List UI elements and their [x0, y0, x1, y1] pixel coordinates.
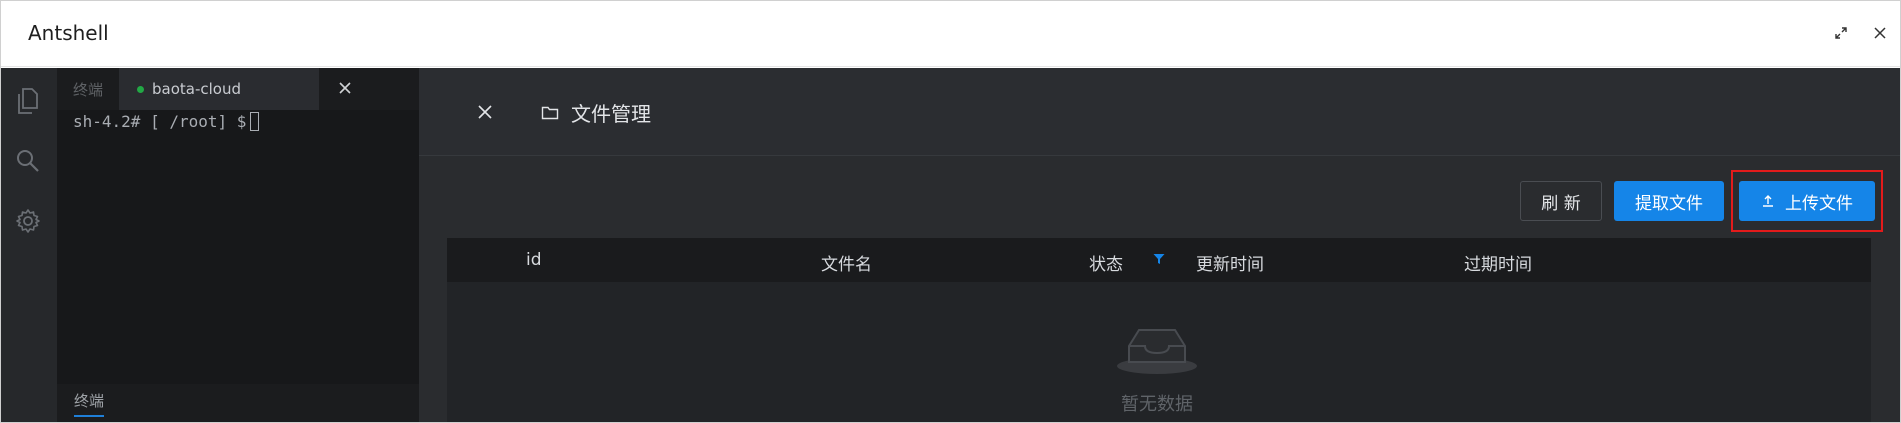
- fetch-file-button[interactable]: 提取文件: [1614, 181, 1724, 221]
- file-manager-header: 文件管理: [419, 68, 1900, 156]
- file-table: id 文件名 状态 更新时间 过期时间 暂无数据: [447, 238, 1871, 422]
- column-expire-time[interactable]: 过期时间: [1464, 250, 1532, 275]
- terminal-panel: 终端 baota-cloud sh-4.2# [ /root] $ 终端: [57, 68, 419, 422]
- close-panel-icon[interactable]: [473, 100, 497, 124]
- terminal-prompt: sh-4.2# [ /root] $: [73, 112, 247, 131]
- folder-icon: [541, 105, 559, 121]
- activity-bar: [1, 68, 57, 422]
- table-header: id 文件名 状态 更新时间 过期时间: [447, 238, 1871, 282]
- column-filename[interactable]: 文件名: [821, 250, 872, 275]
- filter-icon[interactable]: [1153, 253, 1165, 265]
- app-body: 终端 baota-cloud sh-4.2# [ /root] $ 终端 文件管…: [1, 68, 1900, 422]
- column-id[interactable]: id: [526, 250, 542, 270]
- terminal-tabs: 终端 baota-cloud: [57, 68, 419, 110]
- tab-label: 终端: [72, 80, 103, 99]
- tab-baota-cloud[interactable]: baota-cloud: [119, 68, 351, 110]
- terminal-bottom-bar: 终端: [57, 384, 419, 422]
- search-icon[interactable]: [13, 146, 43, 176]
- app-window: Antshell 终端 baota-cloud sh-4.2# [/root]…: [0, 0, 1901, 423]
- terminal-cursor: [250, 112, 260, 131]
- upload-label: 上传文件: [1785, 193, 1853, 214]
- file-manager-title: 文件管理: [541, 98, 651, 127]
- tab-close-icon[interactable]: [333, 76, 357, 100]
- title-bar: Antshell: [1, 1, 1900, 67]
- tab-label: baota-cloud: [152, 80, 241, 98]
- bottom-tab-terminal[interactable]: 终端: [74, 390, 105, 417]
- empty-text: 暂无数据: [1121, 394, 1193, 415]
- expand-icon[interactable]: [1827, 19, 1855, 47]
- column-updated-time[interactable]: 更新时间: [1196, 250, 1264, 275]
- window-close-icon[interactable]: [1866, 19, 1894, 47]
- column-status[interactable]: 状态: [1089, 250, 1123, 275]
- page-title: 文件管理: [571, 102, 651, 126]
- file-manager-panel: 文件管理 刷 新 提取文件 上传文件 id 文件名 状态 更新时间 过期时间 暂…: [419, 68, 1900, 422]
- upload-file-button[interactable]: 上传文件: [1739, 181, 1875, 221]
- empty-inbox-icon: [1117, 329, 1197, 374]
- files-icon[interactable]: [13, 86, 43, 116]
- terminal-output[interactable]: sh-4.2# [ /root] $: [73, 111, 260, 133]
- app-title: Antshell: [28, 21, 109, 45]
- gear-icon[interactable]: [13, 206, 43, 236]
- refresh-button[interactable]: 刷 新: [1520, 181, 1602, 221]
- upload-icon: [1761, 194, 1775, 208]
- empty-state: 暂无数据: [1107, 322, 1207, 416]
- connection-status-dot: [137, 85, 144, 93]
- tab-terminal[interactable]: 终端: [57, 68, 119, 110]
